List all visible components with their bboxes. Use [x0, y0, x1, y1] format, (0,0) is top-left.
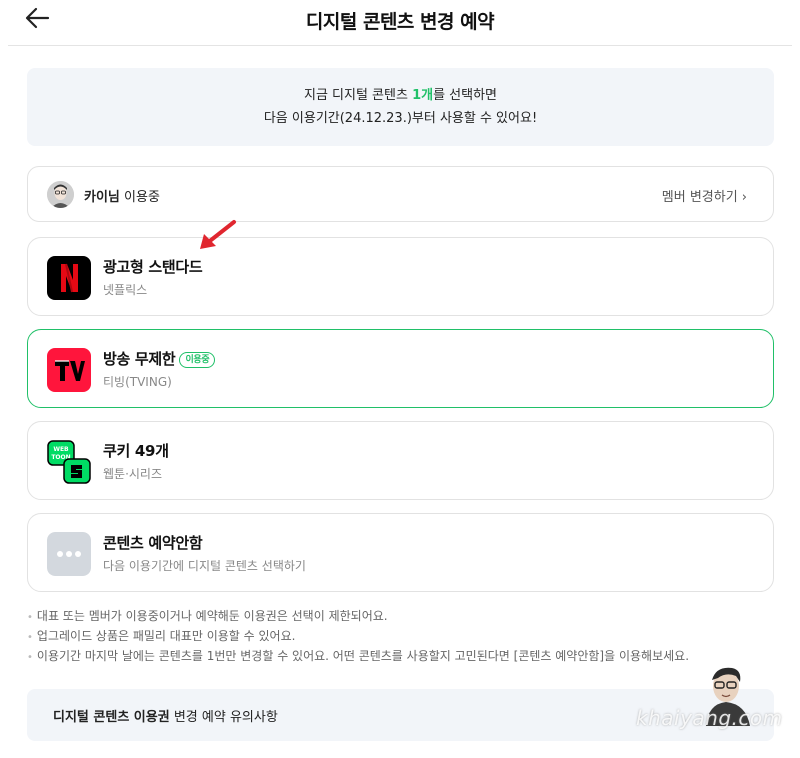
caution-label: 디지털 콘텐츠 이용권 변경 예약 유의사항	[53, 710, 278, 725]
watermark-text: khaiyang.com	[636, 706, 783, 730]
note-item: 대표 또는 멤버가 이용중이거나 예약해둔 이용권은 선택이 제한되어요.	[27, 607, 787, 627]
more-icon	[47, 532, 91, 576]
content-option-webtoon[interactable]: WEB TOON 쿠키 49개 웹툰·시리즈	[27, 421, 774, 500]
content-title: 광고형 스탠다드	[103, 258, 203, 276]
in-use-badge: 이용중	[179, 352, 216, 368]
content-subtitle: 웹툰·시리즈	[103, 467, 163, 481]
content-subtitle: 티빙(TVING)	[103, 375, 172, 389]
netflix-icon	[47, 256, 91, 300]
tving-icon	[47, 348, 91, 392]
notice-count: 1개	[412, 88, 434, 103]
svg-text:WEB: WEB	[53, 446, 69, 453]
content-subtitle: 다음 이용기간에 디지털 콘텐츠 선택하기	[103, 559, 306, 573]
notes-list: 대표 또는 멤버가 이용중이거나 예약해둔 이용권은 선택이 제한되어요. 업그…	[27, 607, 787, 667]
content-option-tving[interactable]: 방송 무제한 이용중 티빙(TVING)	[27, 329, 774, 408]
content-title: 방송 무제한 이용중	[103, 348, 216, 369]
page-title: 디지털 콘텐츠 변경 예약	[305, 11, 495, 33]
content-title: 쿠키 49개	[103, 442, 169, 460]
note-item: 이용기간 마지막 날에는 콘텐츠를 1번만 변경할 수 있어요. 어떤 콘텐츠를…	[27, 647, 787, 667]
notice-line-1: 지금 디지털 콘텐츠 1개를 선택하면	[303, 88, 498, 103]
notice-box: 지금 디지털 콘텐츠 1개를 선택하면 다음 이용기간(24.12.23.)부터…	[27, 68, 774, 146]
header: 디지털 콘텐츠 변경 예약	[0, 0, 800, 46]
content-title: 콘텐츠 예약안함	[103, 534, 203, 552]
header-divider	[8, 45, 792, 46]
content-option-netflix[interactable]: 광고형 스탠다드 넷플릭스	[27, 237, 774, 316]
webtoon-icon: WEB TOON	[47, 440, 91, 484]
annotation-arrow-icon	[200, 220, 236, 249]
change-member-link[interactable]: 멤버 변경하기 ›	[662, 186, 747, 205]
content-option-no-reservation[interactable]: 콘텐츠 예약안함 다음 이용기간에 디지털 콘텐츠 선택하기	[27, 513, 774, 592]
note-item: 업그레이드 상품은 패밀리 대표만 이용할 수 있어요.	[27, 627, 787, 647]
content-subtitle: 넷플릭스	[103, 283, 148, 297]
avatar	[47, 181, 74, 208]
member-row: 카이님 이용중 멤버 변경하기 ›	[27, 166, 774, 222]
member-status: 카이님 이용중	[84, 190, 160, 205]
notice-line-2: 다음 이용기간(24.12.23.)부터 사용할 수 있어요!	[263, 111, 538, 126]
member-name: 카이님	[84, 190, 120, 205]
